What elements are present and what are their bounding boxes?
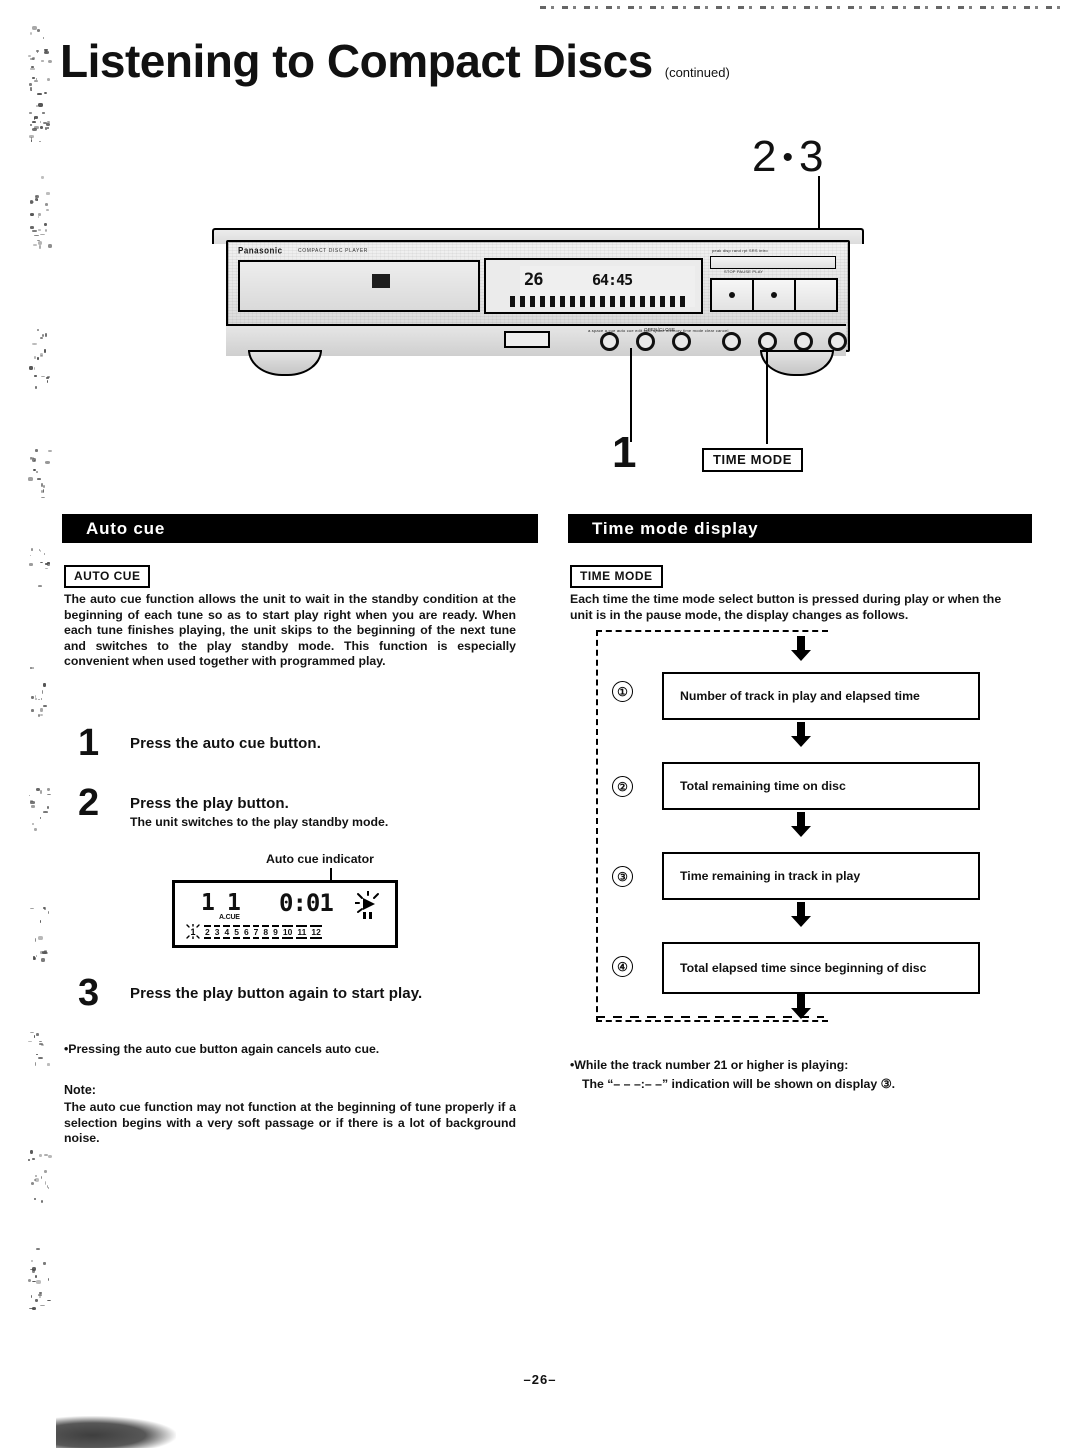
- flow-arrow-loop-back: [790, 994, 812, 1025]
- player-brand-subtitle: COMPACT DISC PLAYER: [298, 248, 369, 254]
- player-open-close-button: [504, 331, 550, 348]
- lcd-track-number: 9: [272, 925, 279, 939]
- callout-3: 3: [799, 132, 826, 181]
- note-heading: Note:: [64, 1083, 96, 1097]
- auto-cue-bullet: •Pressing the auto cue button again canc…: [64, 1042, 380, 1056]
- player-knob-1: [600, 332, 619, 351]
- player-top-button-labels: peak disp rand rpt SRS intro: [712, 248, 768, 253]
- flow-step-3-number: ③: [612, 866, 633, 887]
- page-title: Listening to Compact Discs (continued): [60, 38, 730, 84]
- callout-dot: •: [782, 141, 795, 174]
- svg-text:1: 1: [190, 927, 195, 937]
- flow-arrow-3-4: [790, 902, 812, 933]
- player-knob-7: [828, 332, 847, 351]
- callout-2: 2: [752, 132, 779, 181]
- flow-arrow-2-3: [790, 812, 812, 843]
- step-1-text: Press the auto cue button.: [130, 735, 321, 752]
- lcd-track-number: 4: [223, 925, 231, 939]
- section-header-auto-cue: Auto cue: [62, 514, 538, 543]
- time-mode-callout-label: TIME MODE: [702, 448, 804, 472]
- callout-2-3: 2 •3: [752, 132, 825, 182]
- manual-page: Listening to Compact Discs (continued) 2…: [0, 0, 1080, 1456]
- flow-step-4-number: ④: [612, 956, 633, 977]
- player-display-time: 64:45: [592, 271, 633, 289]
- flow-step-3-box: Time remaining in track in play: [662, 852, 980, 900]
- step-2: 2 Press the play button. The unit switch…: [78, 782, 518, 829]
- auto-cue-button-chip: AUTO CUE: [64, 565, 151, 588]
- player-transport-labels: STOP PAUSE PLAY: [724, 269, 764, 274]
- lcd-track-digit-1: 1: [201, 890, 215, 916]
- lcd-acue-label: A.CUE: [219, 914, 240, 921]
- flow-step-4-box: Total elapsed time since beginning of di…: [662, 942, 980, 994]
- flow-step-1-box: Number of track in play and elapsed time: [662, 672, 980, 720]
- step-2-subtext: The unit switches to the play standby mo…: [130, 815, 389, 829]
- player-knob-6: [794, 332, 813, 351]
- lcd-track-number: 8: [262, 925, 270, 939]
- step-3-text: Press the play button again to start pla…: [130, 985, 423, 1002]
- player-pause-button: [754, 280, 796, 310]
- player-display-track-bars: [510, 296, 686, 307]
- player-transport-buttons: [710, 278, 838, 312]
- leader-line-timemode: [766, 348, 768, 444]
- lcd-track-number: 12: [310, 925, 322, 939]
- lcd-display-illustration: 1 1 A.CUE 0:01 1 2 3 4 5 6 7 8 9 10 11 12: [172, 880, 398, 948]
- lcd-track-number-flashing: 1: [185, 923, 201, 940]
- player-tray-marking: [372, 274, 390, 288]
- callout-1: 1: [612, 428, 637, 477]
- lcd-track-number: 3: [213, 925, 221, 939]
- scan-artifact-bottom: [56, 1416, 176, 1448]
- step-2-text: Press the play button.: [130, 795, 289, 812]
- auto-cue-indicator-caption: Auto cue indicator: [266, 852, 374, 866]
- lcd-track-digit-2: 1: [227, 890, 241, 916]
- page-number: –26–: [523, 1372, 557, 1387]
- page-title-continued: (continued): [664, 65, 730, 80]
- player-stop-button: [712, 280, 754, 310]
- time-mode-bullet-body: The “– – –:– –” indication will be shown…: [582, 1077, 896, 1091]
- cd-player-illustration: Panasonic COMPACT DISC PLAYER 26 64:45 p…: [212, 228, 868, 378]
- page-title-text: Listening to Compact Discs: [60, 35, 653, 87]
- lcd-track-number: 5: [233, 925, 240, 939]
- step-2-number: 2: [78, 782, 100, 824]
- player-brand-logo: Panasonic: [238, 245, 283, 256]
- time-mode-intro-paragraph: Each time the time mode select button is…: [570, 592, 1002, 622]
- flow-arrow-1-2: [790, 722, 812, 753]
- player-display-panel: 26 64:45: [484, 258, 703, 314]
- flow-step-2-number: ②: [612, 776, 633, 797]
- scan-artifact-left-edge: [28, 26, 54, 1326]
- lcd-track-number: 2: [204, 925, 211, 939]
- scan-artifact-top: [540, 6, 1060, 9]
- player-disc-tray: [238, 260, 480, 312]
- player-foot-left: [248, 350, 322, 376]
- time-mode-button-chip: TIME MODE: [570, 565, 663, 588]
- auto-cue-intro-paragraph: The auto cue function allows the unit to…: [64, 592, 516, 669]
- player-knob-4: [722, 332, 741, 351]
- lcd-track-number: 7: [252, 925, 260, 939]
- player-knob-3: [672, 332, 691, 351]
- step-3-number: 3: [78, 972, 100, 1014]
- lcd-time-value: 0:01: [279, 889, 334, 917]
- step-1: 1 Press the auto cue button.: [78, 722, 518, 764]
- lcd-track-number: 10: [281, 925, 294, 939]
- note-body: The auto cue function may not function a…: [64, 1100, 516, 1146]
- flow-step-2-box: Total remaining time on disc: [662, 762, 980, 810]
- player-foot-right: [760, 350, 834, 376]
- flow-arrow-in: [790, 636, 812, 667]
- player-display-track: 26: [524, 270, 544, 290]
- step-3: 3 Press the play button again to start p…: [78, 972, 518, 1014]
- lcd-track-number: 6: [242, 925, 250, 939]
- lcd-play-pause-indicator-icon: [354, 890, 381, 919]
- lcd-track-number-strip: 1 2 3 4 5 6 7 8 9 10 11 12: [185, 923, 322, 940]
- time-mode-bullet-heading: •While the track number 21 or higher is …: [570, 1058, 849, 1072]
- player-play-button: [796, 280, 836, 310]
- lcd-track-number: 11: [296, 925, 308, 939]
- section-header-time-mode: Time mode display: [568, 514, 1032, 543]
- step-1-number: 1: [78, 722, 100, 764]
- player-top-button-strip: [710, 256, 836, 269]
- flow-step-1-number: ①: [612, 681, 633, 702]
- player-knob-2: [636, 332, 655, 351]
